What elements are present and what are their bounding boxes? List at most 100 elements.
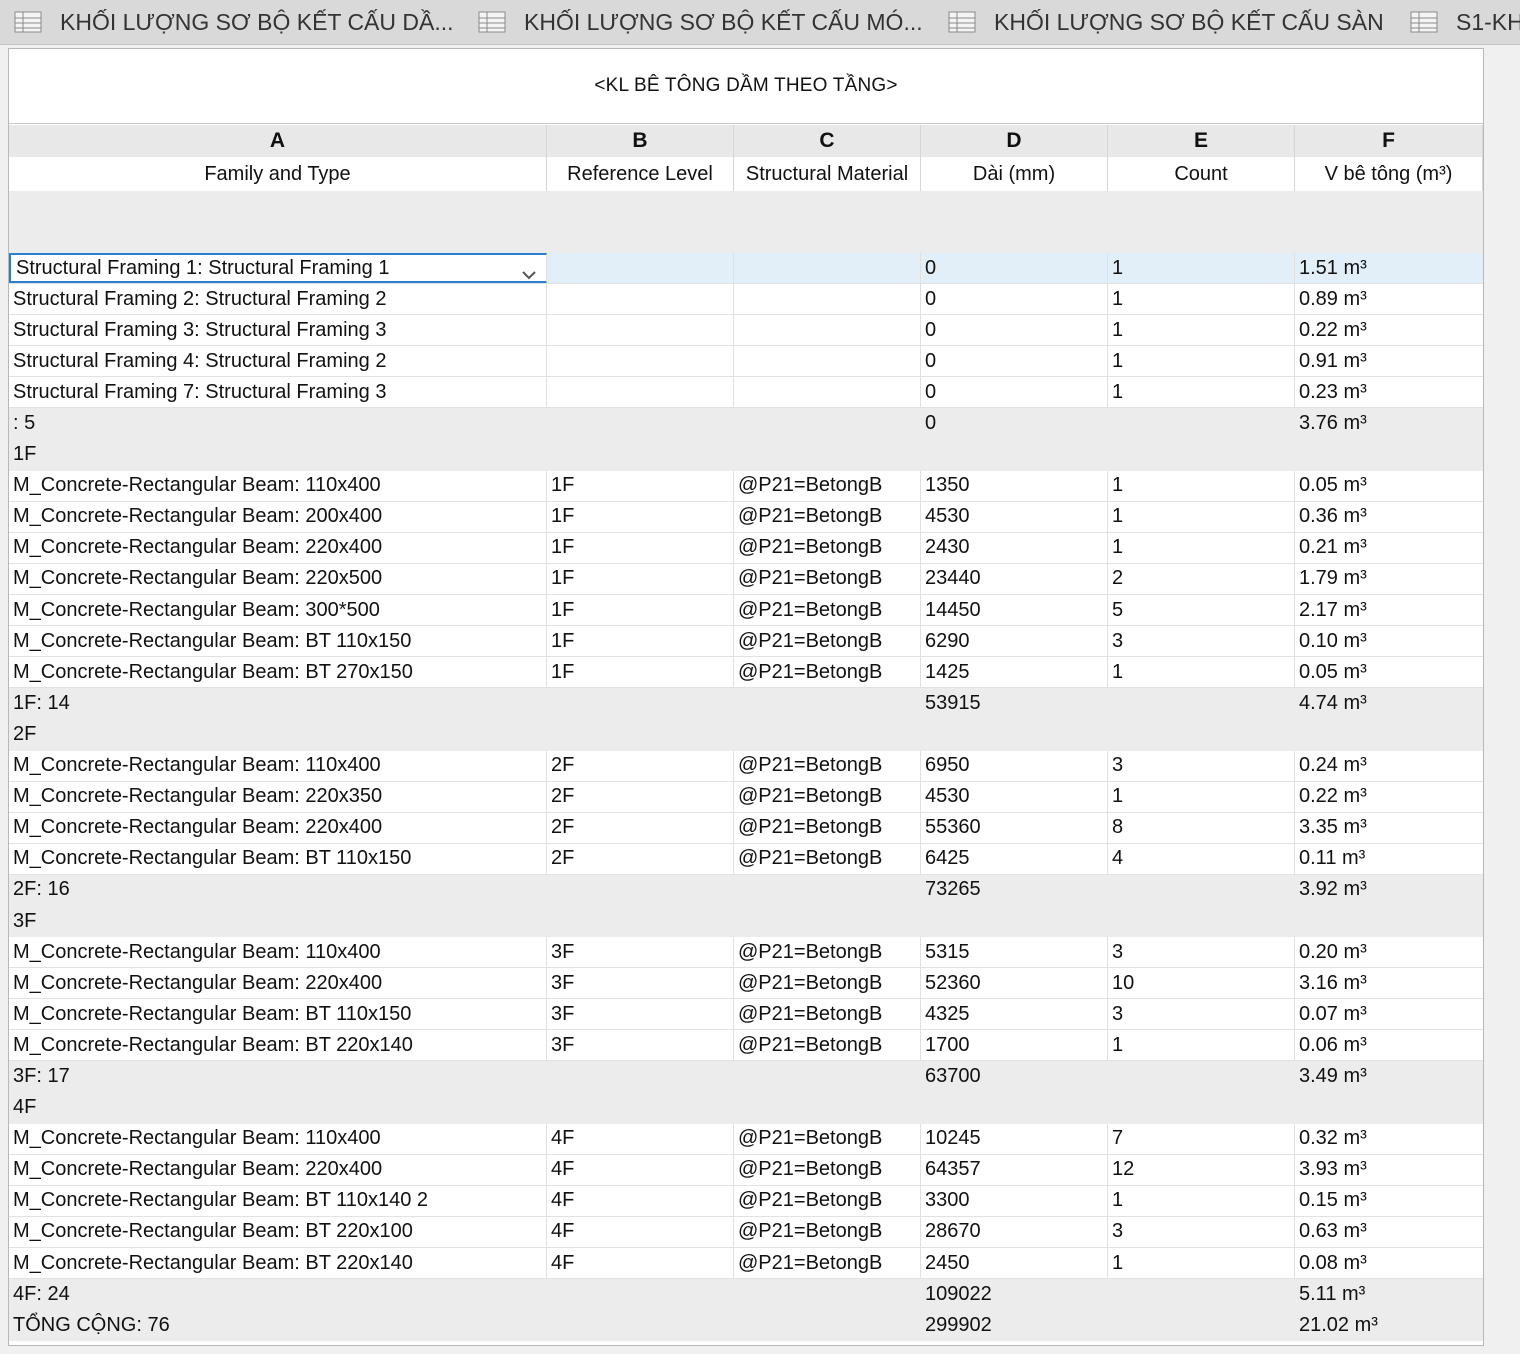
cell-length[interactable]: 5315 [921,937,1108,968]
chevron-down-icon[interactable] [522,263,536,281]
view-tab-3[interactable]: KHỐI LƯỢNG SƠ BỘ KẾT CẤU SÀN [948,0,1388,44]
table-row[interactable]: Structural Framing 3: Structural Framing… [9,315,1483,347]
table-row[interactable]: M_Concrete-Rectangular Beam: 110x400 1F @P… [9,470,1483,502]
cell-length[interactable]: 73265 [921,875,1108,905]
cell-reference-level[interactable]: 3F [547,968,734,999]
column-letter-f[interactable]: F [1295,125,1483,157]
cell-structural-material[interactable] [734,440,921,470]
cell-count[interactable]: 1 [1108,1185,1295,1216]
table-row[interactable]: M_Concrete-Rectangular Beam: BT 220x140 4… [9,1248,1483,1280]
cell-family-type[interactable]: 3F [9,906,547,936]
cell-concrete-volume[interactable]: 5.11 m³ [1295,1279,1483,1309]
table-row[interactable]: M_Concrete-Rectangular Beam: 220x350 2F @P… [9,781,1483,813]
cell-reference-level[interactable]: 1F [547,470,734,501]
cell-length[interactable]: 52360 [921,968,1108,999]
cell-reference-level[interactable] [547,253,734,284]
cell-structural-material[interactable]: @P21=BetongB [734,532,921,563]
table-row[interactable]: M_Concrete-Rectangular Beam: BT 220x140 3… [9,1030,1483,1062]
table-row[interactable]: Structural Framing 2: Structural Framing… [9,284,1483,316]
cell-structural-material[interactable]: @P21=BetongB [734,843,921,874]
cell-reference-level[interactable]: 3F [547,1030,734,1061]
cell-structural-material[interactable]: @P21=BetongB [734,1185,921,1216]
table-row[interactable]: M_Concrete-Rectangular Beam: BT 220x100 4… [9,1216,1483,1248]
cell-concrete-volume[interactable]: 0.15 m³ [1295,1186,1483,1216]
cell-count[interactable]: 4 [1108,843,1295,874]
header-length[interactable]: Dài (mm) [921,157,1108,191]
cell-family-type[interactable]: 1F [9,440,547,470]
cell-reference-level[interactable]: 2F [547,843,734,874]
cell-count[interactable]: 12 [1108,1154,1295,1185]
cell-concrete-volume[interactable]: 0.06 m³ [1295,1030,1483,1060]
table-row[interactable]: M_Concrete-Rectangular Beam: BT 110x150 1… [9,626,1483,658]
cell-reference-level[interactable]: 3F [547,999,734,1030]
cell-concrete-volume[interactable]: 0.36 m³ [1295,502,1483,532]
cell-reference-level[interactable]: 4F [547,1248,734,1279]
table-row[interactable]: M_Concrete-Rectangular Beam: 300*500 1F @P… [9,595,1483,627]
cell-reference-level[interactable]: 2F [547,781,734,812]
cell-count[interactable]: 1 [1108,1030,1295,1061]
cell-structural-material[interactable]: @P21=BetongB [734,595,921,626]
cell-length[interactable]: 6425 [921,843,1108,874]
table-row[interactable]: Structural Framing 7: Structural Framing… [9,377,1483,409]
cell-count[interactable]: 3 [1108,626,1295,657]
cell-length[interactable]: 4530 [921,781,1108,812]
cell-family-type[interactable]: M_Concrete-Rectangular Beam: 110x400 [9,750,547,781]
cell-structural-material[interactable] [734,1279,921,1309]
cell-count[interactable] [1108,440,1295,470]
cell-length[interactable]: 14450 [921,595,1108,626]
cell-count[interactable]: 7 [1108,1123,1295,1154]
cell-length[interactable]: 1700 [921,1030,1108,1061]
table-row[interactable]: M_Concrete-Rectangular Beam: 220x500 1F @P… [9,563,1483,596]
cell-count[interactable]: 1 [1108,315,1295,346]
table-row[interactable]: M_Concrete-Rectangular Beam: BT 110x150 2… [9,843,1483,875]
cell-family-type[interactable]: TỔNG CỘNG: 76 [9,1310,547,1340]
cell-count[interactable] [1108,1061,1295,1091]
cell-structural-material[interactable]: @P21=BetongB [734,750,921,781]
cell-structural-material[interactable]: @P21=BetongB [734,657,921,688]
cell-structural-material[interactable]: @P21=BetongB [734,626,921,657]
cell-structural-material[interactable] [734,1310,921,1340]
cell-reference-level[interactable] [547,315,734,346]
cell-family-type[interactable]: M_Concrete-Rectangular Beam: BT 270x150 [9,657,547,688]
cell-concrete-volume[interactable]: 0.22 m³ [1295,315,1483,345]
cell-count[interactable]: 1 [1108,501,1295,532]
cell-structural-material[interactable] [734,1061,921,1091]
cell-family-type[interactable]: 2F [9,719,547,749]
cell-concrete-volume[interactable] [1295,1093,1483,1123]
cell-structural-material[interactable]: @P21=BetongB [734,470,921,501]
cell-reference-level[interactable] [547,1279,734,1309]
cell-concrete-volume[interactable]: 0.05 m³ [1295,471,1483,501]
cell-length[interactable]: 53915 [921,688,1108,718]
cell-concrete-volume[interactable]: 21.02 m³ [1295,1310,1483,1340]
cell-family-type[interactable]: M_Concrete-Rectangular Beam: BT 110x150 [9,999,547,1030]
table-row[interactable]: M_Concrete-Rectangular Beam: 110x400 4F @P… [9,1123,1483,1155]
view-tab-1[interactable]: KHỐI LƯỢNG SƠ BỘ KẾT CẤU DẦ... [14,0,454,44]
cell-structural-material[interactable]: @P21=BetongB [734,781,921,812]
cell-reference-level[interactable]: 1F [547,626,734,657]
header-reference-level[interactable]: Reference Level [547,157,734,191]
cell-count[interactable]: 3 [1108,937,1295,968]
table-row[interactable]: M_Concrete-Rectangular Beam: 220x400 1F @P… [9,532,1483,564]
cell-count[interactable] [1108,1279,1295,1309]
cell-structural-material[interactable]: @P21=BetongB [734,1123,921,1154]
cell-family-type[interactable]: 4F [9,1093,547,1123]
cell-length[interactable]: 63700 [921,1061,1108,1091]
cell-structural-material[interactable]: @P21=BetongB [734,501,921,532]
cell-family-type[interactable]: M_Concrete-Rectangular Beam: 220x350 [9,781,547,812]
cell-concrete-volume[interactable]: 0.32 m³ [1295,1124,1483,1154]
cell-count[interactable]: 1 [1108,1248,1295,1279]
cell-length[interactable]: 109022 [921,1279,1108,1309]
cell-count[interactable]: 1 [1108,253,1295,284]
cell-concrete-volume[interactable]: 3.92 m³ [1295,875,1483,905]
cell-family-type[interactable]: M_Concrete-Rectangular Beam: 110x400 [9,937,547,968]
group-row[interactable]: 1F: 14 53915 4.74 m³ [9,688,1483,720]
cell-reference-level[interactable] [547,1061,734,1091]
cell-length[interactable]: 0 [921,284,1108,315]
cell-length[interactable] [921,719,1108,749]
column-letter-a[interactable]: A [9,125,547,157]
cell-family-type[interactable]: Structural Framing 2: Structural Framing… [9,284,547,315]
table-row[interactable]: M_Concrete-Rectangular Beam: 110x400 3F @P… [9,937,1483,969]
cell-structural-material[interactable]: @P21=BetongB [734,1216,921,1247]
cell-count[interactable] [1108,875,1295,905]
cell-length[interactable]: 4325 [921,999,1108,1030]
